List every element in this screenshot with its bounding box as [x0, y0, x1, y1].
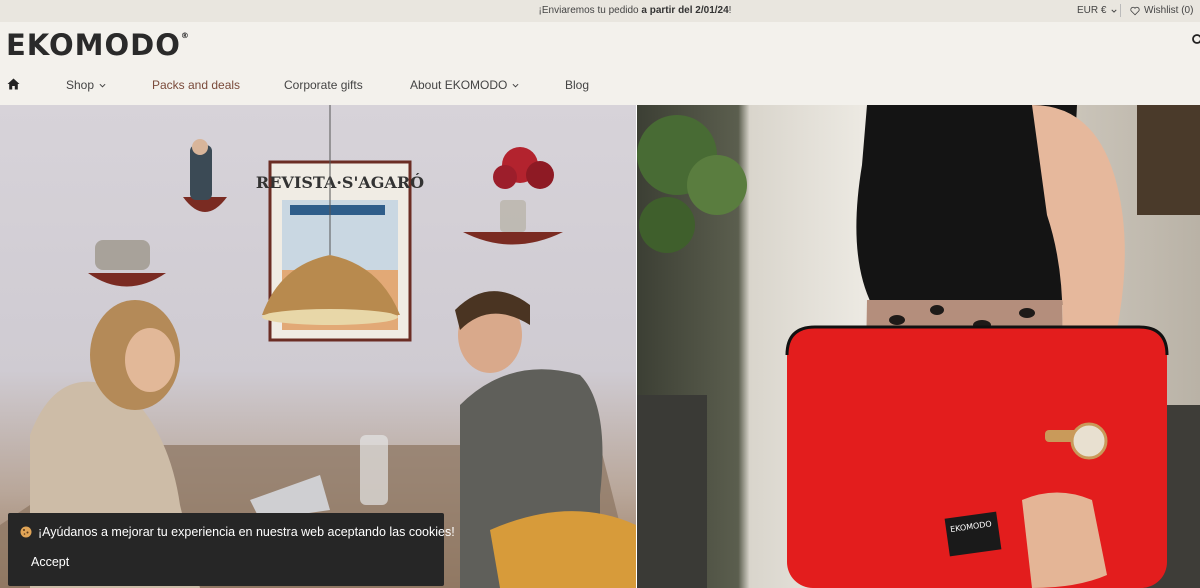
- nav-item-label: Corporate gifts: [284, 78, 363, 92]
- promo-date: a partir del 2/01/24: [641, 5, 729, 16]
- home-icon[interactable]: [7, 78, 20, 90]
- cookie-icon: [20, 526, 32, 538]
- laptop-sleeve-illustration: EKOMODO: [637, 105, 1200, 588]
- nav-item-label: Packs and deals: [152, 78, 241, 92]
- heart-icon: [1130, 6, 1140, 15]
- main-nav: Shop Packs and deals Corporate gifts Abo…: [0, 74, 1200, 94]
- wishlist-link[interactable]: Wishlist (0): [1130, 5, 1193, 16]
- nav-item-packs-and-deals[interactable]: Packs and deals: [152, 78, 240, 92]
- nav-item-corporate-gifts[interactable]: Corporate gifts: [284, 78, 363, 92]
- chevron-down-icon: [1111, 9, 1117, 13]
- accept-cookies-button[interactable]: Accept: [31, 555, 69, 569]
- wishlist-label: Wishlist (0): [1144, 5, 1194, 16]
- svg-text:REVISTA·S'AGARÓ: REVISTA·S'AGARÓ: [256, 172, 424, 192]
- site-logo[interactable]: EKOMODO®: [6, 28, 190, 62]
- cookie-message-text: ¡Ayúdanos a mejorar tu experiencia en nu…: [38, 525, 455, 539]
- topbar-divider: [1120, 4, 1121, 17]
- nav-item-about[interactable]: About EKOMODO: [410, 78, 519, 92]
- announcement-bar: ¡Enviaremos tu pedido a partir del 2/01/…: [0, 0, 1200, 22]
- nav-item-shop[interactable]: Shop: [66, 78, 106, 92]
- shipping-promo: ¡Enviaremos tu pedido a partir del 2/01/…: [0, 5, 1200, 16]
- site-header: EKOMODO® Shop Packs and deals Corporate …: [0, 22, 1200, 105]
- logo-registered-mark: ®: [180, 31, 190, 40]
- promo-suffix: !: [728, 5, 732, 16]
- chevron-down-icon: [512, 83, 519, 88]
- currency-label: EUR €: [1077, 5, 1107, 16]
- nav-item-label: About EKOMODO: [410, 78, 508, 92]
- chevron-down-icon: [99, 83, 106, 88]
- promo-prefix: ¡Enviaremos tu pedido: [538, 5, 642, 16]
- hero-image-red-laptop-sleeve[interactable]: EKOMODO: [637, 105, 1200, 588]
- logo-text: EKOMODO: [6, 28, 181, 62]
- currency-selector[interactable]: EUR €: [1077, 5, 1117, 16]
- search-icon[interactable]: [1192, 34, 1200, 46]
- cookie-message: ¡Ayúdanos a mejorar tu experiencia en nu…: [20, 525, 455, 539]
- nav-item-label: Blog: [565, 78, 590, 92]
- nav-item-blog[interactable]: Blog: [565, 78, 589, 92]
- nav-item-label: Shop: [66, 78, 95, 92]
- cookie-banner: ¡Ayúdanos a mejorar tu experiencia en nu…: [8, 513, 455, 586]
